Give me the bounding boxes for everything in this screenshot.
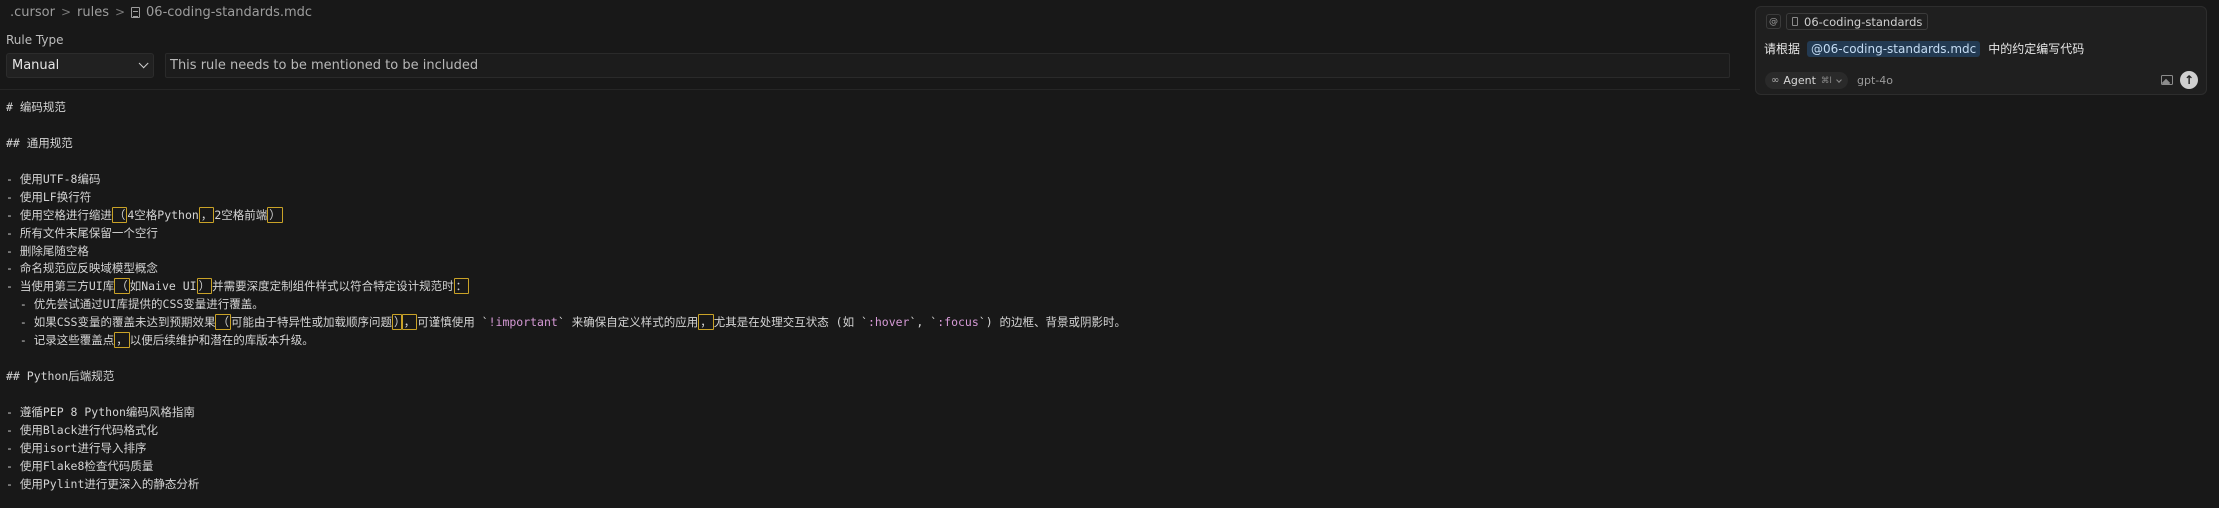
fullwidth-char-highlight: ） xyxy=(267,206,283,223)
file-mention[interactable]: @06-coding-standards.mdc xyxy=(1807,40,1981,57)
fullwidth-char-highlight: ， xyxy=(401,314,418,331)
file-icon xyxy=(1792,17,1798,26)
send-button[interactable]: ↑ xyxy=(2180,71,2198,89)
code-line: - 命名规范应反映域模型概念 xyxy=(6,261,158,276)
breadcrumb-root[interactable]: .cursor xyxy=(10,5,55,20)
inline-code: :hover xyxy=(867,315,910,330)
rule-description-text: This rule needs to be mentioned to be in… xyxy=(170,58,479,73)
rule-type-value: Manual xyxy=(12,58,60,73)
add-context-button[interactable]: @ xyxy=(1766,14,1781,29)
rule-type-label: Rule Type xyxy=(6,33,64,47)
code-line: - 使用Black进行代码格式化 xyxy=(6,422,158,437)
prompt-text-after: 中的约定编写代码 xyxy=(1988,42,2085,56)
rule-type-select[interactable]: Manual xyxy=(6,53,154,78)
context-row: @ 06-coding-standards xyxy=(1766,13,1929,30)
fullwidth-char-highlight: （ xyxy=(215,314,231,331)
fullwidth-char-highlight: ， xyxy=(698,314,714,331)
mode-shortcut: ⌘I xyxy=(1820,75,1832,86)
editor-pane: .cursor > rules > 06-coding-standards.md… xyxy=(0,0,1740,508)
code-line: - 删除尾随空格 xyxy=(6,243,89,258)
code-line: - 所有文件末尾保留一个空行 xyxy=(6,225,158,240)
code-line: - 如果CSS变量的覆盖未达到预期效果（可能由于特异性或加载顺序问题），可谨慎使… xyxy=(6,314,1127,331)
file-icon xyxy=(131,6,141,18)
agent-chat-panel: @ 06-coding-standards 请根据 @06-coding-sta… xyxy=(1755,6,2207,95)
chevron-right-icon: > xyxy=(60,5,71,19)
code-line: - 使用LF换行符 xyxy=(6,189,92,204)
context-file-chip[interactable]: 06-coding-standards xyxy=(1786,13,1929,30)
prompt-input[interactable]: 请根据 @06-coding-standards.mdc 中的约定编写代码 xyxy=(1764,40,2084,57)
context-file-label: 06-coding-standards xyxy=(1804,14,1923,29)
code-line: - 优先尝试通过UI库提供的CSS变量进行覆盖。 xyxy=(6,297,264,312)
image-icon[interactable] xyxy=(2161,75,2173,85)
model-selector[interactable]: gpt-4o xyxy=(1857,74,1893,87)
code-line: ## 通用规范 xyxy=(6,135,73,150)
fullwidth-char-highlight: ） xyxy=(391,314,402,331)
code-line: - 当使用第三方UI库（如Naive UI）并需要深度定制组件样式以符合特定设计… xyxy=(6,278,470,295)
code-line: - 遵循PEP 8 Python编码风格指南 xyxy=(6,404,195,419)
chevron-down-icon xyxy=(1836,76,1842,83)
code-line: # 编码规范 xyxy=(6,100,66,114)
chevron-down-icon xyxy=(138,58,149,69)
prompt-text-before: 请根据 xyxy=(1764,42,1801,56)
code-line: - 使用Pylint进行更深入的静态分析 xyxy=(6,476,200,491)
breadcrumb-file[interactable]: 06-coding-standards.mdc xyxy=(146,5,312,20)
rule-description-field[interactable]: This rule needs to be mentioned to be in… xyxy=(165,53,1730,78)
breadcrumb: .cursor > rules > 06-coding-standards.md… xyxy=(10,2,312,22)
divider xyxy=(0,89,1740,90)
code-line: - 记录这些覆盖点，以便后续维护和潜在的库版本升级。 xyxy=(6,332,314,349)
fullwidth-char-highlight: ） xyxy=(196,278,213,295)
code-line: - 使用isort进行导入排序 xyxy=(6,440,147,455)
fullwidth-char-highlight: ， xyxy=(114,332,130,349)
inline-code: !important xyxy=(488,315,558,330)
code-editor[interactable]: # 编码规范 ## 通用规范 - 使用UTF-8编码 - 使用LF换行符 - 使用空… xyxy=(6,99,1126,494)
fullwidth-char-highlight: （ xyxy=(114,278,130,295)
fullwidth-char-highlight: ： xyxy=(453,278,470,295)
fullwidth-char-highlight: （ xyxy=(111,206,128,223)
code-line: - 使用UTF-8编码 xyxy=(6,171,101,186)
fullwidth-char-highlight: ， xyxy=(198,206,215,223)
mode-selector[interactable]: ∞ Agent ⌘I xyxy=(1765,72,1848,89)
breadcrumb-folder[interactable]: rules xyxy=(77,5,109,20)
inline-code: :focus xyxy=(937,315,979,330)
chevron-right-icon: > xyxy=(114,5,126,19)
mode-label: Agent xyxy=(1783,74,1816,87)
code-line: ## Python后端规范 xyxy=(6,369,115,384)
code-line: - 使用空格进行缩进（4空格Python， 2空格前端） xyxy=(6,206,283,223)
infinity-icon: ∞ xyxy=(1771,75,1780,86)
code-line: - 使用Flake8检查代码质量 xyxy=(6,458,154,473)
